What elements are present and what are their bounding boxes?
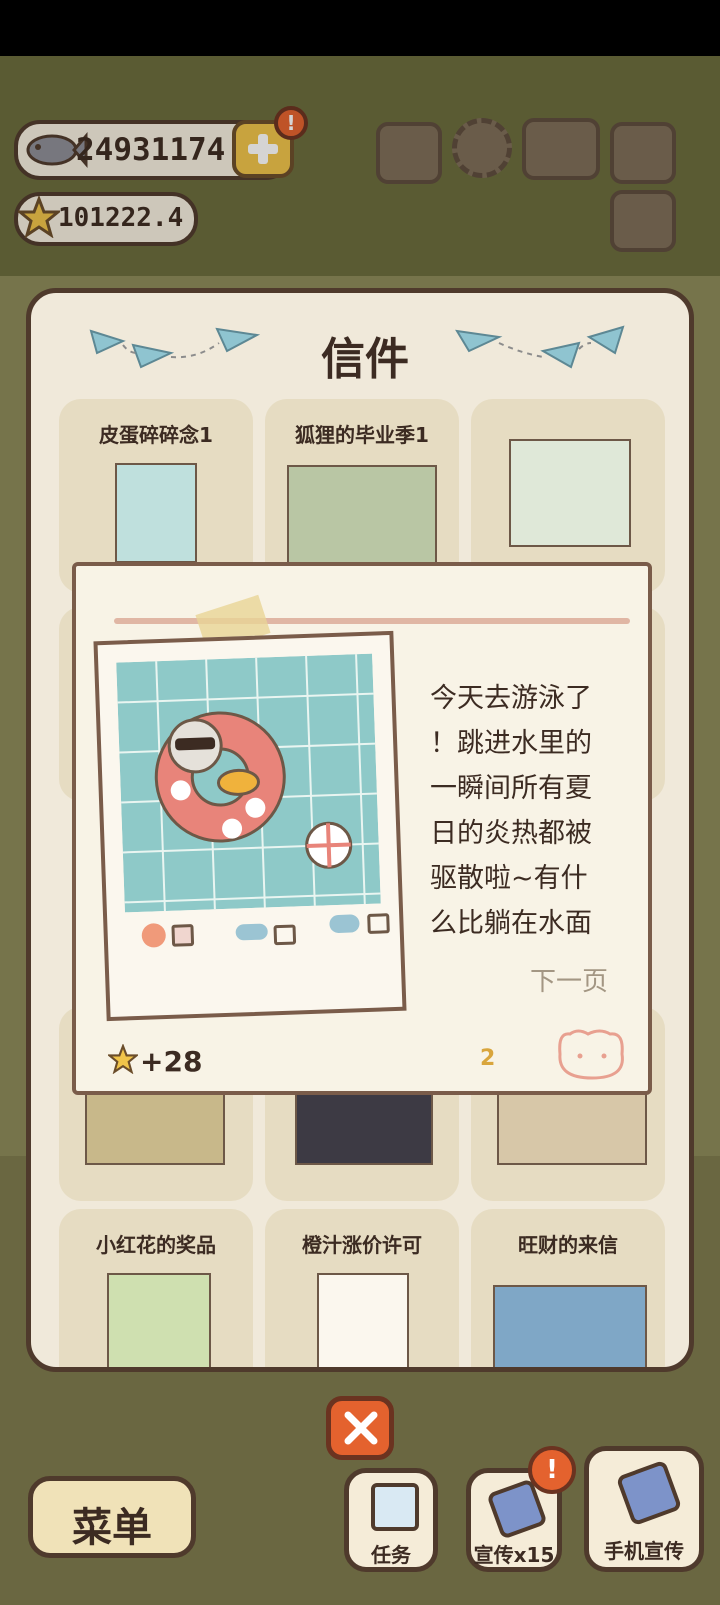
letter-text-line: 一瞬间所有夏 bbox=[430, 773, 592, 804]
letter-card[interactable]: 橙汁涨价许可 bbox=[265, 1209, 459, 1367]
promo-alert-badge: ! bbox=[528, 1446, 576, 1494]
close-button[interactable] bbox=[326, 1396, 394, 1460]
letter-card[interactable]: 旺财的来信 bbox=[471, 1209, 665, 1367]
letter-thumbnail bbox=[497, 1087, 647, 1165]
letter-text: 今天去游泳了 ！跳进水里的 一瞬间所有夏 日的炎热都被 驱散啦~有什 么比躺在水… bbox=[430, 676, 630, 946]
status-bar bbox=[0, 0, 720, 56]
letter-text-line: 日的炎热都被 bbox=[430, 818, 592, 849]
letter-text-line: ！跳进水里的 bbox=[430, 728, 592, 759]
phone-promo-icon bbox=[615, 1459, 683, 1527]
task-checklist-icon bbox=[371, 1483, 419, 1531]
letter-card-title: 橙汁涨价许可 bbox=[302, 1233, 422, 1257]
letter-text-line: 今天去游泳了 bbox=[430, 683, 592, 714]
checkbox-icon bbox=[367, 913, 390, 934]
checkbox-icon bbox=[273, 924, 297, 946]
promo-button-label: 宣传x15 bbox=[473, 1543, 555, 1567]
letter-card-title: 狐狸的毕业季1 bbox=[295, 423, 429, 447]
letter-thumbnail bbox=[493, 1285, 647, 1367]
tasks-button[interactable]: 任务 bbox=[344, 1468, 438, 1572]
reward-star-icon bbox=[108, 1044, 138, 1074]
letter-thumbnail bbox=[85, 1087, 225, 1165]
close-icon bbox=[344, 1411, 378, 1445]
phone-promo-button[interactable]: 手机宣传 bbox=[584, 1446, 704, 1572]
polaroid-photo bbox=[93, 630, 407, 1022]
letter-divider bbox=[114, 618, 630, 624]
letter-thumbnail bbox=[295, 1087, 433, 1165]
letter-thumbnail bbox=[115, 463, 197, 563]
paper-plane-decoration-right bbox=[455, 325, 625, 369]
next-page-link[interactable]: 下一页 bbox=[530, 961, 608, 998]
checked-box-icon bbox=[171, 924, 195, 947]
sunny-icon bbox=[141, 923, 167, 948]
letter-thumbnail bbox=[287, 465, 437, 565]
pool-photo bbox=[116, 653, 381, 913]
letter-thumbnail bbox=[107, 1273, 211, 1367]
letter-thumbnail bbox=[509, 439, 631, 547]
letter-card-title: 小红花的奖品 bbox=[96, 1233, 216, 1257]
letter-text-line: 驱散啦~有什 bbox=[430, 863, 588, 894]
letter-thumbnail bbox=[317, 1273, 409, 1367]
cloudy-icon bbox=[235, 923, 268, 941]
menu-button[interactable]: 菜单 bbox=[28, 1476, 196, 1558]
cat-face-stamp-icon bbox=[558, 1029, 624, 1080]
letter-card-title: 皮蛋碎碎念1 bbox=[99, 423, 213, 447]
rainy-icon bbox=[329, 914, 360, 934]
page-counter: 2 bbox=[480, 1046, 496, 1071]
letter-card[interactable]: 小红花的奖品 bbox=[59, 1209, 253, 1367]
reward-amount: +28 bbox=[140, 1045, 203, 1078]
phone-promo-button-label: 手机宣传 bbox=[604, 1539, 684, 1563]
letter-card-title: 旺财的来信 bbox=[518, 1233, 618, 1257]
menu-button-label: 菜单 bbox=[72, 1505, 152, 1551]
letter-text-line: 么比躺在水面 bbox=[430, 908, 592, 939]
tasks-button-label: 任务 bbox=[371, 1543, 411, 1567]
